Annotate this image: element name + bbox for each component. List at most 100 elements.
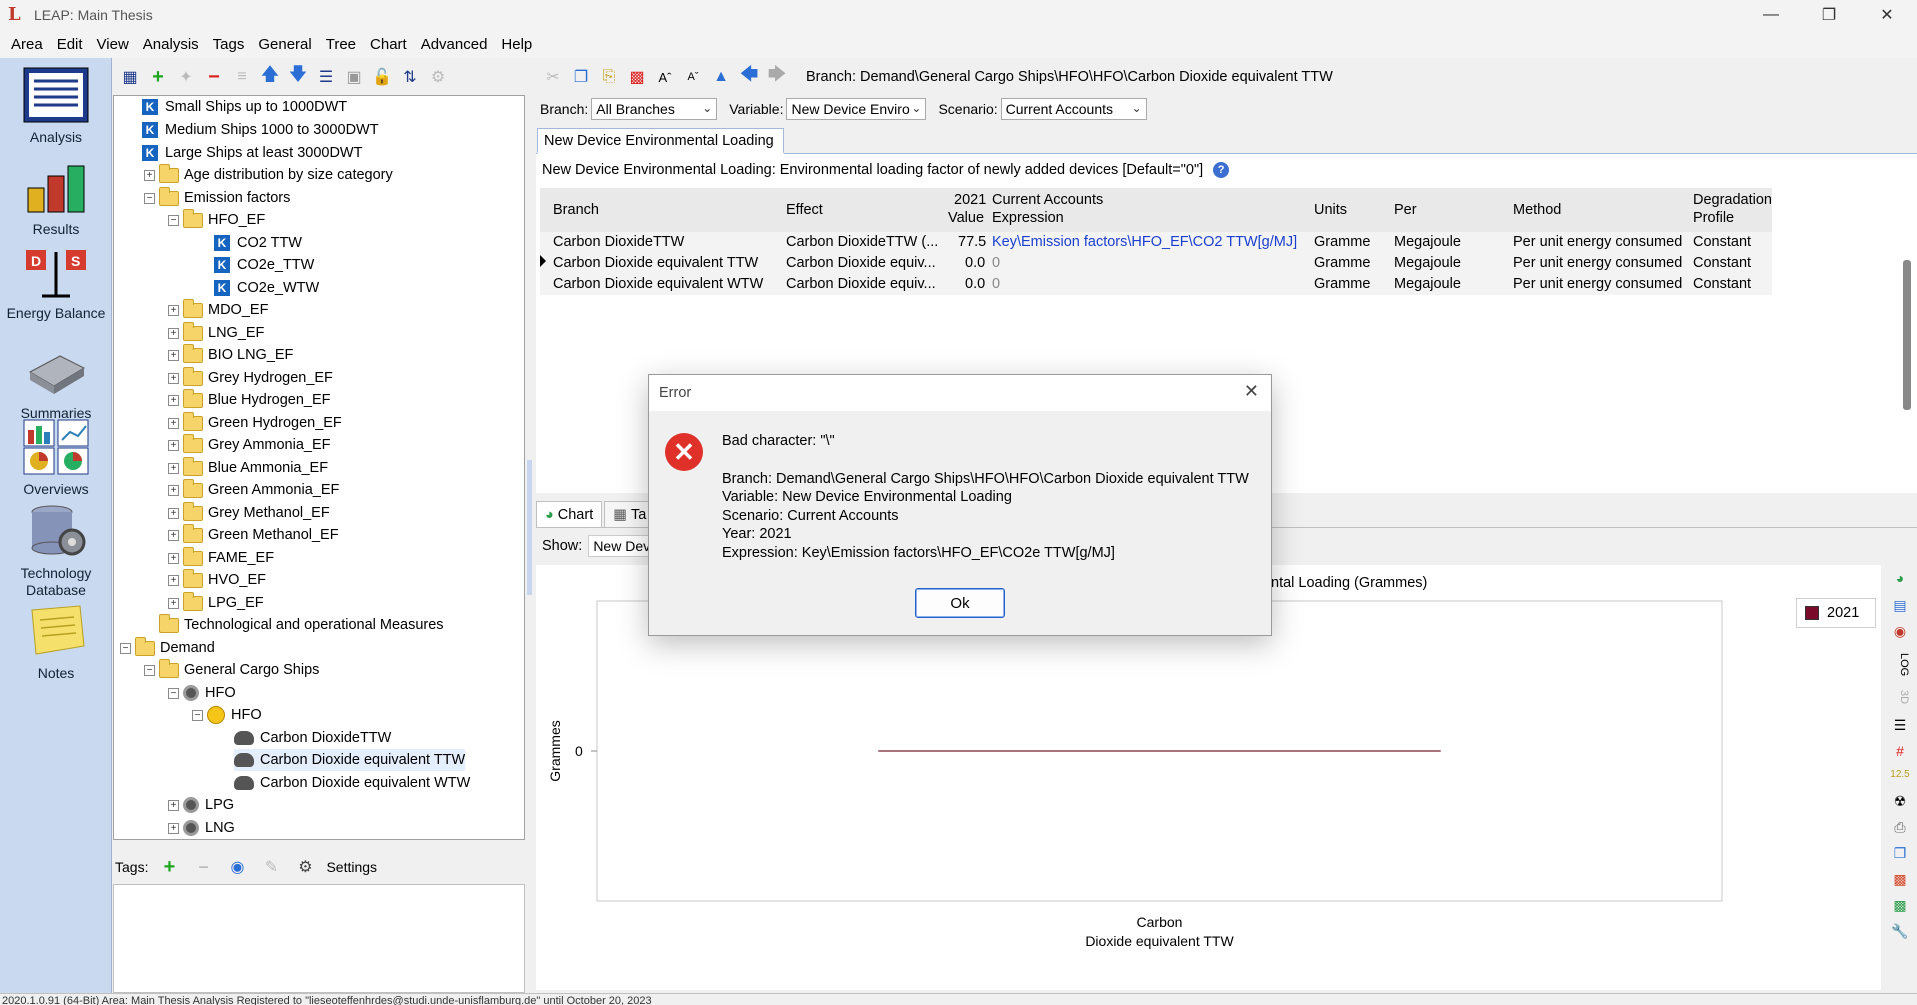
- expand-icon[interactable]: +: [168, 552, 179, 564]
- move-up-icon[interactable]: 🡅: [257, 64, 283, 89]
- tree-node[interactable]: + Blue Hydrogen_EF: [168, 388, 331, 411]
- col-per-header[interactable]: Per: [1394, 201, 1417, 219]
- nav-summaries[interactable]: Summaries: [0, 342, 112, 422]
- pie-chart-icon[interactable]: ◕: [1890, 570, 1910, 590]
- data-labels-icon[interactable]: 12.5: [1890, 769, 1910, 789]
- tree-node[interactable]: + Grey Methanol_EF: [168, 501, 330, 524]
- paste-icon[interactable]: ⎘: [596, 65, 622, 89]
- cell-expression[interactable]: 0: [992, 276, 1000, 292]
- nav-results[interactable]: Results: [0, 158, 112, 238]
- menu-area[interactable]: Area: [4, 36, 50, 53]
- tree-node[interactable]: K CO2e_WTW: [214, 277, 319, 299]
- tree-node[interactable]: + Green Ammonia_EF: [168, 478, 339, 501]
- expand-icon[interactable]: +: [168, 507, 179, 519]
- tree-node[interactable]: − Demand: [120, 636, 215, 659]
- col-units-header[interactable]: Units: [1314, 201, 1347, 219]
- cut-icon[interactable]: ✂: [540, 65, 566, 89]
- tree-node[interactable]: + MDO_EF: [168, 298, 268, 321]
- col-scenario-header[interactable]: Current Accounts: [992, 191, 1103, 209]
- expand-icon[interactable]: +: [168, 417, 179, 429]
- outline-icon[interactable]: ☰: [313, 65, 339, 89]
- col-profile-header[interactable]: Profile: [1693, 209, 1734, 227]
- menu-advanced[interactable]: Advanced: [414, 36, 495, 53]
- col-method-header[interactable]: Method: [1513, 201, 1561, 219]
- fit-icon[interactable]: ▲: [708, 65, 734, 89]
- menu-edit[interactable]: Edit: [50, 36, 90, 53]
- ok-button[interactable]: Ok: [915, 588, 1005, 618]
- help-icon[interactable]: ?: [1213, 162, 1230, 178]
- copy-chart-icon[interactable]: ❐: [1890, 845, 1910, 865]
- tree-node[interactable]: Carbon DioxideTTW: [234, 727, 391, 749]
- tree-node[interactable]: + Grey Hydrogen_EF: [168, 366, 333, 389]
- panel-splitter[interactable]: [527, 460, 532, 595]
- nav-technology-database[interactable]: Technology Database: [0, 502, 112, 599]
- bar-chart-icon[interactable]: ▤: [1890, 597, 1910, 617]
- col-year-header[interactable]: 2021: [954, 191, 986, 209]
- expand-icon[interactable]: +: [168, 372, 179, 384]
- tree-node[interactable]: + LNG: [168, 817, 235, 839]
- collapse-icon[interactable]: −: [120, 642, 131, 654]
- tree-node[interactable]: K Large Ships at least 3000DWT: [142, 142, 362, 164]
- nav-energy-balance[interactable]: D S Energy Balance: [0, 242, 112, 322]
- cell-value[interactable]: 0.0: [965, 255, 985, 271]
- tree-node[interactable]: + Blue Ammonia_EF: [168, 456, 328, 479]
- col-branch-header[interactable]: Branch: [553, 201, 599, 219]
- tag-edit-icon[interactable]: ✎: [258, 855, 284, 879]
- lock-icon[interactable]: 🔓: [369, 65, 395, 89]
- settings-wrench-icon[interactable]: 🔧: [1890, 923, 1910, 943]
- tree-node[interactable]: Carbon Dioxide equivalent WTW: [234, 772, 470, 794]
- log-scale-icon[interactable]: LOG: [1890, 653, 1910, 676]
- col-expression-header[interactable]: Expression: [992, 209, 1064, 227]
- grid-toggle-icon[interactable]: #: [1890, 743, 1910, 763]
- menu-chart[interactable]: Chart: [363, 36, 414, 53]
- tree-node[interactable]: + FAME_EF: [168, 546, 274, 569]
- 3d-icon[interactable]: 3D: [1890, 687, 1910, 707]
- tree-node[interactable]: − HFO: [192, 704, 262, 726]
- expand-icon[interactable]: +: [168, 484, 179, 496]
- grid-scrollbar[interactable]: [1903, 260, 1911, 410]
- tree-node[interactable]: + HVO_EF: [168, 568, 266, 591]
- branch-filter-select[interactable]: All Branches ⌄: [591, 98, 718, 120]
- legend-toggle-icon[interactable]: ☰: [1890, 717, 1910, 737]
- expand-icon[interactable]: +: [168, 799, 179, 811]
- tab-new-device-environmental-loading[interactable]: New Device Environmental Loading: [537, 128, 784, 154]
- delete-icon[interactable]: −: [201, 65, 227, 89]
- close-window-icon[interactable]: ✕: [1864, 0, 1910, 30]
- cell-expression[interactable]: Key\Emission factors\HFO_EF\CO2 TTW[g/MJ…: [992, 234, 1297, 250]
- tree-node[interactable]: K Medium Ships 1000 to 3000DWT: [142, 119, 379, 141]
- powerpoint-icon[interactable]: ▩: [1890, 871, 1910, 891]
- sort-icon[interactable]: ⇅: [397, 65, 423, 89]
- cell-expression[interactable]: 0: [992, 255, 1000, 271]
- cell-value[interactable]: 0.0: [965, 276, 985, 292]
- menu-general[interactable]: General: [251, 36, 318, 53]
- nav-overviews[interactable]: Overviews: [0, 418, 112, 498]
- print-icon[interactable]: ⎙: [1890, 819, 1910, 839]
- tree-node[interactable]: + LNG_EF: [168, 321, 264, 344]
- table-row[interactable]: Carbon Dioxide equivalent TTW Carbon Dio…: [540, 253, 1772, 274]
- expand-icon[interactable]: +: [168, 304, 179, 316]
- chart-type-icon[interactable]: ☢: [1890, 793, 1910, 813]
- col-value-header[interactable]: Value: [948, 209, 984, 227]
- folder-icon[interactable]: ▣: [341, 65, 367, 89]
- chart-colors-icon[interactable]: ◉: [1890, 623, 1910, 643]
- settings-icon[interactable]: ⚙: [292, 855, 318, 879]
- col-degradation-header[interactable]: Degradation: [1693, 191, 1772, 209]
- expand-icon[interactable]: +: [168, 529, 179, 541]
- export-icon[interactable]: ▩: [624, 65, 650, 89]
- tab-chart[interactable]: ◕ Chart: [536, 501, 603, 527]
- font-smaller-icon[interactable]: Aˇ: [680, 65, 706, 89]
- collapse-icon[interactable]: −: [144, 192, 155, 204]
- expand-icon[interactable]: +: [168, 327, 179, 339]
- tree-node[interactable]: + Green Hydrogen_EF: [168, 411, 342, 434]
- remove-icon[interactable]: ≡: [229, 65, 255, 89]
- tree-node[interactable]: + Age distribution by size category: [144, 163, 393, 186]
- expand-icon[interactable]: +: [168, 597, 179, 609]
- add-tag-icon[interactable]: +: [156, 855, 182, 879]
- tree-node[interactable]: + LPG: [168, 794, 234, 816]
- tree-node-selected[interactable]: Carbon Dioxide equivalent TTW: [234, 749, 466, 771]
- tree-node[interactable]: K CO2 TTW: [214, 232, 302, 254]
- tree-node[interactable]: K CO2e_TTW: [214, 254, 314, 276]
- expand-icon[interactable]: +: [168, 462, 179, 474]
- scenario-filter-select[interactable]: Current Accounts ⌄: [1000, 98, 1147, 120]
- nav-notes[interactable]: Notes: [0, 602, 112, 682]
